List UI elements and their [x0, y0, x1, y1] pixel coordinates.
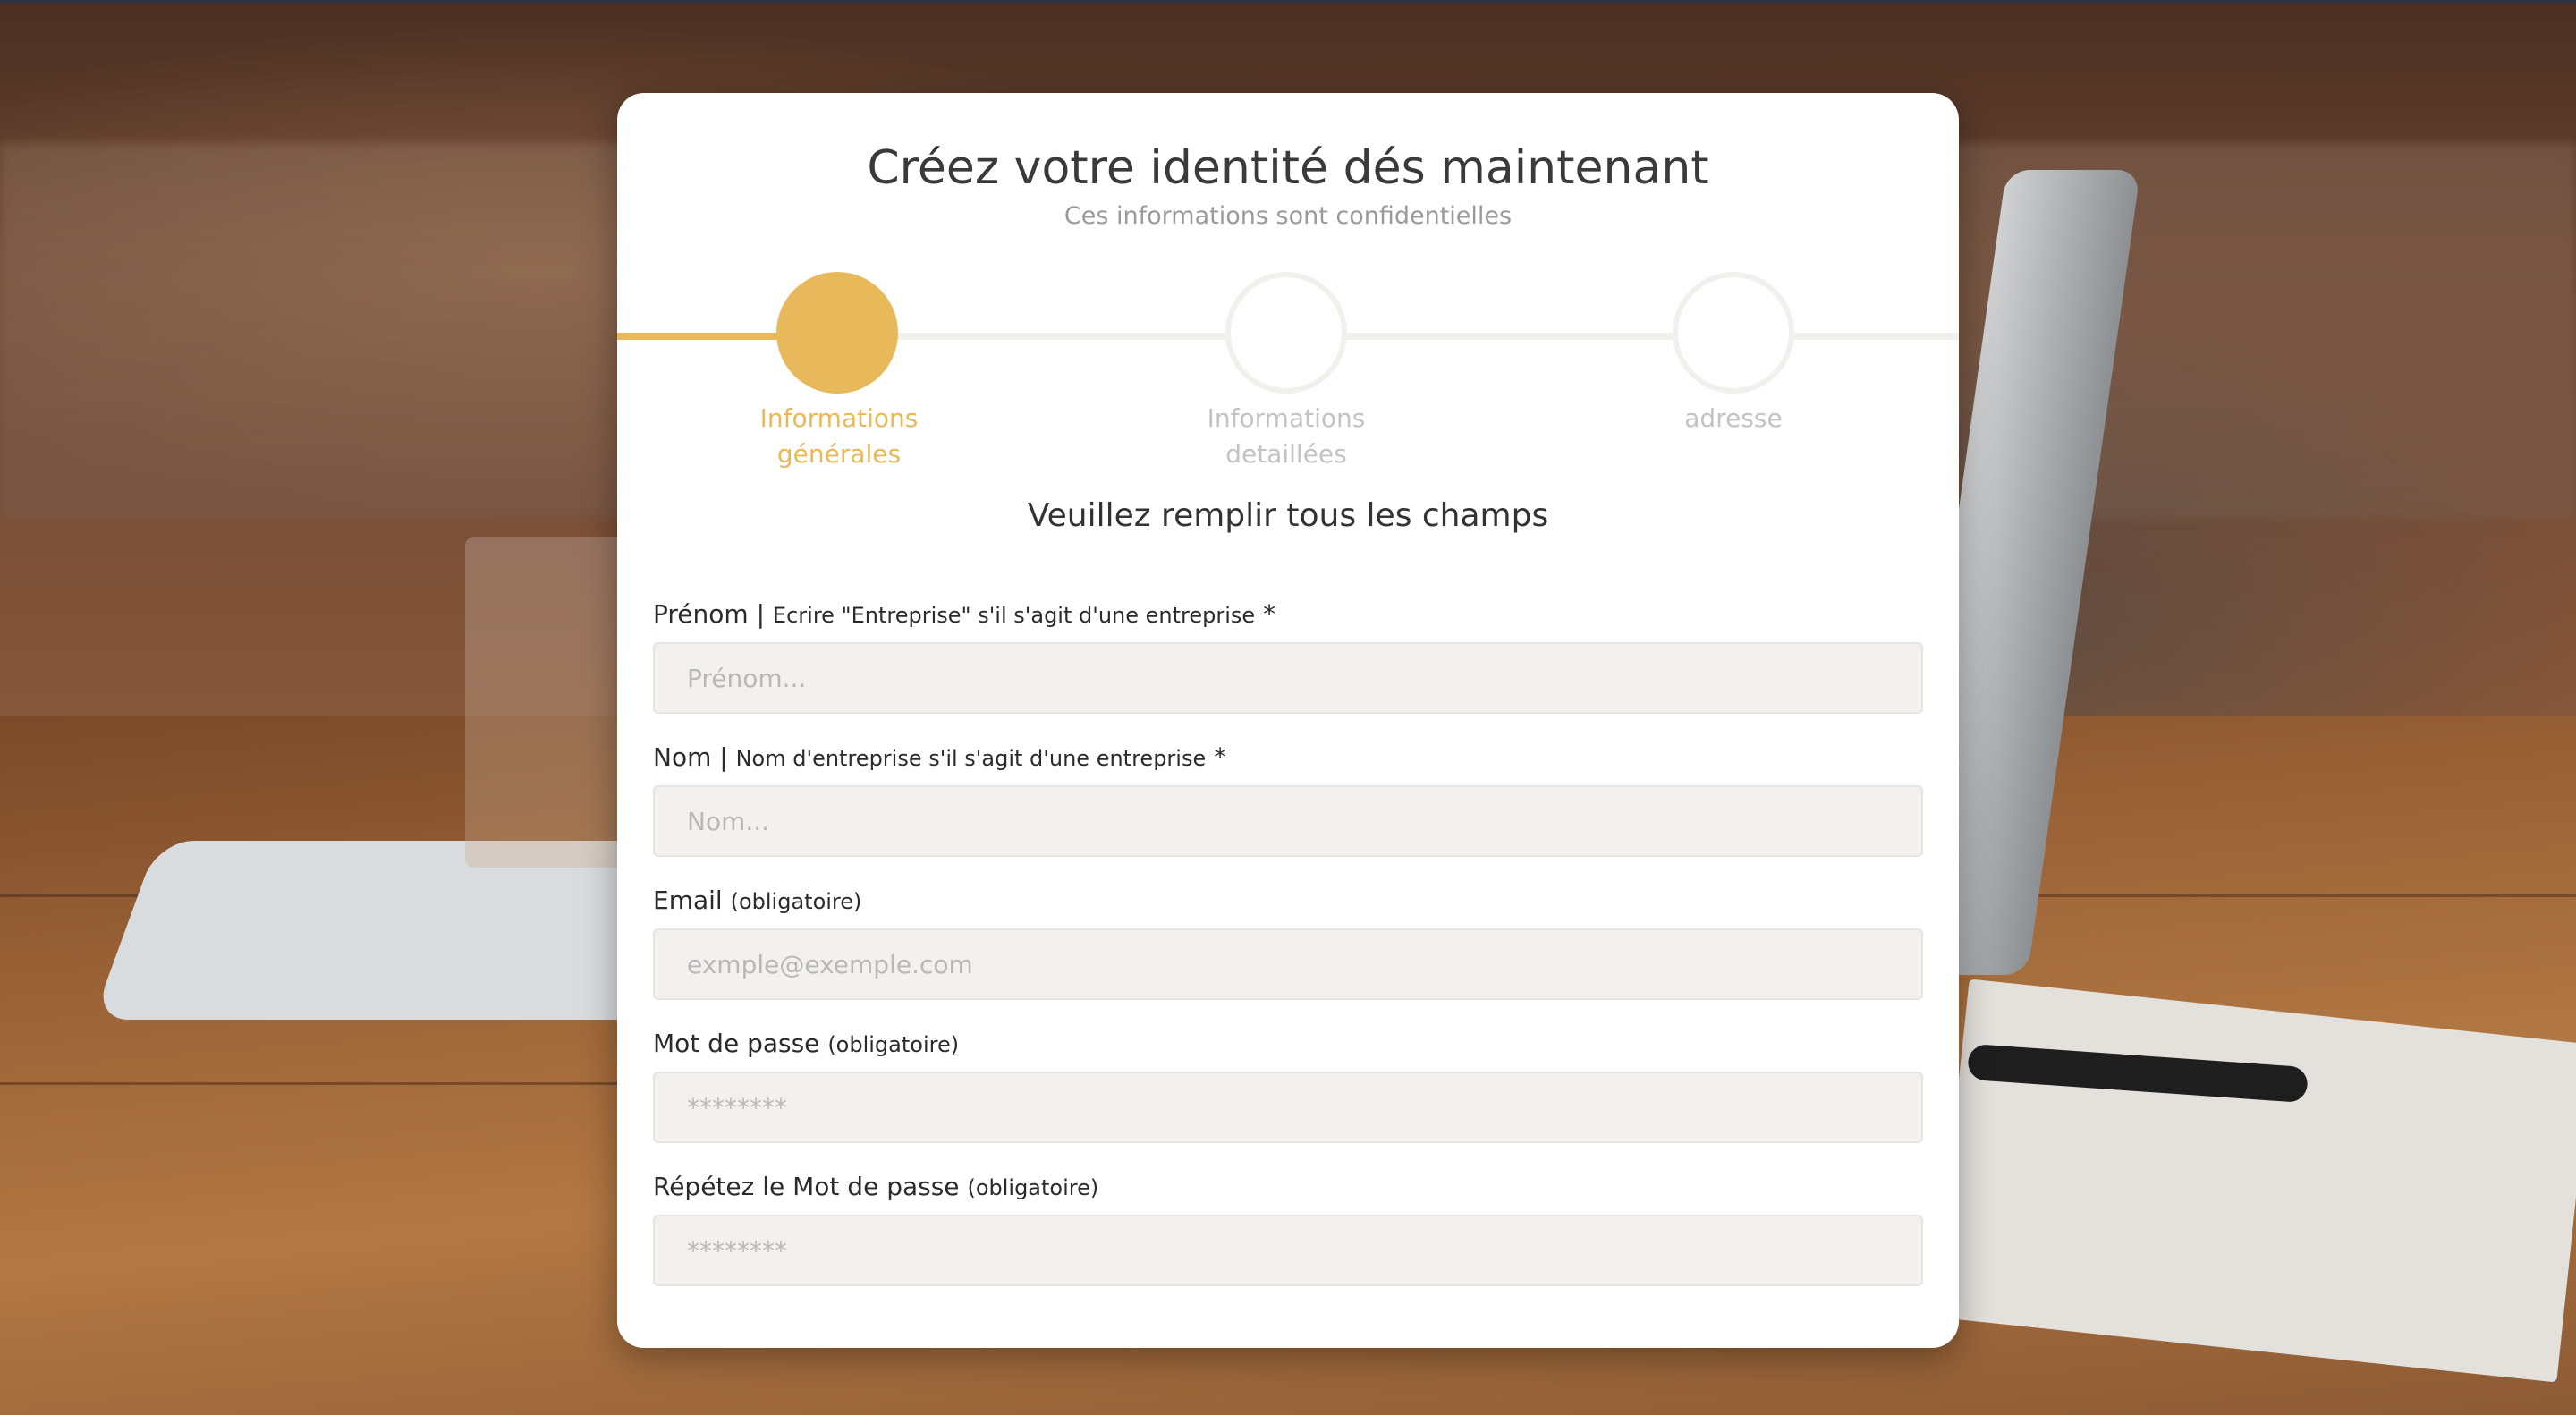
email-label-text: Email [653, 885, 723, 915]
password-confirm-input[interactable] [653, 1215, 1923, 1286]
password-confirm-hint: (obligatoire) [967, 1175, 1099, 1200]
password-hint: (obligatoire) [827, 1032, 960, 1057]
lastname-label-text: Nom | [653, 742, 728, 772]
background-notebook [1934, 979, 2576, 1383]
password-confirm-label: Répétez le Mot de passe (obligatoire) [653, 1172, 1098, 1201]
step-circle-detailed[interactable] [1225, 272, 1347, 394]
required-mark: * [1214, 742, 1227, 772]
password-label-text: Mot de passe [653, 1029, 820, 1058]
password-label: Mot de passe (obligatoire) [653, 1029, 959, 1058]
step-label-general: Informations générales [723, 401, 955, 472]
email-hint: (obligatoire) [730, 889, 862, 914]
firstname-label: Prénom | Ecrire "Entreprise" s'il s'agit… [653, 599, 1275, 629]
email-input[interactable] [653, 928, 1923, 1000]
step-label-line: Informations [1207, 403, 1366, 433]
page-background: Créez votre identité dés maintenant Ces … [0, 0, 2576, 1415]
step-label-line: adresse [1684, 403, 1783, 433]
top-border [0, 0, 2576, 4]
lastname-hint: Nom d'entreprise s'il s'agit d'une entre… [735, 746, 1207, 771]
firstname-hint: Ecrire "Entreprise" s'il s'agit d'une en… [772, 603, 1256, 628]
step-label-line: detaillées [1225, 439, 1347, 469]
background-glass [465, 537, 626, 868]
step-circle-general[interactable] [776, 272, 898, 394]
password-input[interactable] [653, 1072, 1923, 1143]
required-mark: * [1263, 599, 1276, 629]
email-label: Email (obligatoire) [653, 885, 861, 915]
signup-card: Créez votre identité dés maintenant Ces … [617, 93, 1959, 1348]
lastname-input[interactable] [653, 785, 1923, 857]
step-label-address: adresse [1617, 401, 1850, 436]
form-instruction: Veuillez remplir tous les champs [1027, 497, 1549, 534]
step-circle-address[interactable] [1673, 272, 1794, 394]
firstname-label-text: Prénom | [653, 599, 766, 629]
step-label-line: Informations [759, 403, 919, 433]
step-label-line: générales [776, 439, 902, 469]
page-title: Créez votre identité dés maintenant [867, 141, 1709, 195]
step-label-detailed: Informations detaillées [1170, 401, 1402, 472]
lastname-label: Nom | Nom d'entreprise s'il s'agit d'une… [653, 742, 1226, 772]
password-confirm-label-text: Répétez le Mot de passe [653, 1172, 960, 1201]
page-subtitle: Ces informations sont confidentielles [1063, 202, 1513, 230]
firstname-input[interactable] [653, 642, 1923, 714]
